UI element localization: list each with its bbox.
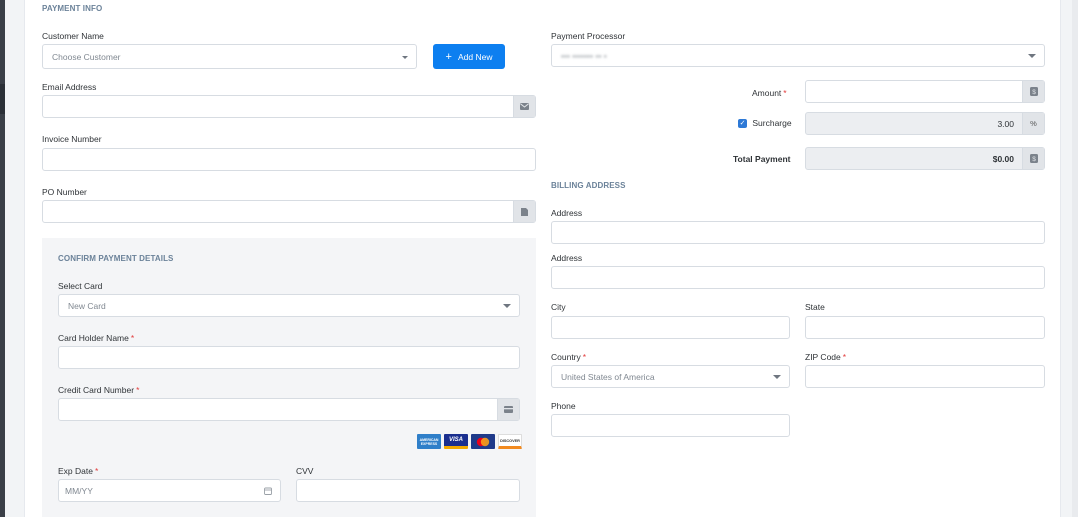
address1-field[interactable] [551, 221, 1045, 244]
section-title-confirm-payment: CONFIRM PAYMENT DETAILS [58, 254, 174, 263]
amount-label: Amount * [752, 88, 787, 98]
payment-processor-value: ••• ••••••• •• • [561, 51, 607, 61]
state-label: State [805, 302, 825, 312]
surcharge-label: Surcharge [752, 118, 792, 128]
total-payment-field: $0.00 $ [805, 147, 1045, 170]
amex-card-icon: AMERICAN EXPRESS [417, 434, 441, 449]
credit-card-number-label: Credit Card Number * [58, 385, 140, 395]
po-number-field[interactable] [42, 200, 536, 223]
exp-date-label: Exp Date * [58, 466, 99, 476]
section-title-payment-info: PAYMENT INFO [42, 4, 103, 13]
zip-code-field[interactable] [805, 365, 1045, 388]
credit-card-icon [497, 399, 519, 420]
add-new-label: Add New [457, 51, 493, 62]
select-card-label: Select Card [58, 281, 103, 291]
surcharge-value: 3.00 [997, 119, 1014, 129]
address2-field[interactable] [551, 266, 1045, 289]
country-value: United States of America [561, 372, 655, 382]
cvv-label: CVV [296, 466, 314, 476]
visa-card-icon: VISA [444, 434, 468, 449]
payment-processor-label: Payment Processor [551, 31, 626, 41]
phone-field[interactable] [551, 414, 790, 437]
customer-name-label: Customer Name [42, 31, 104, 41]
mastercard-card-icon [471, 434, 495, 449]
plus-icon: + [445, 50, 452, 63]
svg-text:$: $ [1032, 89, 1036, 96]
envelope-icon [513, 96, 535, 117]
confirm-payment-panel [42, 238, 536, 517]
card-holder-label: Card Holder Name * [58, 333, 135, 343]
po-number-label: PO Number [42, 187, 87, 197]
total-payment-value: $0.00 [992, 154, 1014, 164]
customer-select[interactable]: Choose Customer [42, 44, 417, 69]
discover-card-icon: DISCOVER [498, 434, 522, 449]
customer-select-value: Choose Customer [52, 52, 121, 62]
dollar-icon: $ [1022, 81, 1044, 102]
calendar-icon [264, 487, 272, 497]
card-holder-field[interactable] [58, 346, 520, 369]
email-field[interactable] [42, 95, 536, 118]
country-label: Country * [551, 352, 587, 362]
select-card-value: New Card [68, 301, 106, 311]
add-new-customer-button[interactable]: + Add New [433, 44, 505, 69]
chevron-down-icon [1028, 54, 1036, 58]
exp-date-field[interactable]: MM/YY [58, 479, 281, 502]
city-field[interactable] [551, 316, 790, 339]
surcharge-checkbox[interactable]: ✓ Surcharge [738, 118, 792, 129]
select-card-dropdown[interactable]: New Card [58, 294, 520, 317]
invoice-number-label: Invoice Number [42, 134, 102, 144]
amount-field[interactable]: $ [805, 80, 1045, 103]
exp-date-placeholder: MM/YY [65, 486, 93, 496]
svg-text:$: $ [1032, 156, 1036, 163]
scrollbar-track[interactable] [1072, 0, 1078, 517]
zip-code-label: ZIP Code * [805, 352, 847, 362]
chevron-down-icon [503, 304, 511, 308]
address2-label: Address [551, 253, 583, 263]
country-select[interactable]: United States of America [551, 365, 790, 388]
chevron-down-icon [402, 56, 408, 59]
accepted-cards: AMERICAN EXPRESS VISA DISCOVER [417, 434, 522, 449]
city-label: City [551, 302, 566, 312]
total-payment-label: Total Payment [733, 154, 791, 164]
dollar-icon: $ [1022, 148, 1044, 169]
address1-label: Address [551, 208, 583, 218]
email-label: Email Address [42, 82, 97, 92]
invoice-number-field[interactable] [42, 148, 536, 171]
phone-label: Phone [551, 401, 576, 411]
credit-card-number-field[interactable] [58, 398, 520, 421]
cvv-field[interactable] [296, 479, 520, 502]
surcharge-field: 3.00 % [805, 112, 1045, 135]
left-sidebar-edge [0, 0, 5, 517]
checkmark-icon: ✓ [738, 119, 747, 129]
file-icon [513, 201, 535, 222]
state-field[interactable] [805, 316, 1045, 339]
payment-processor-select[interactable]: ••• ••••••• •• • [551, 44, 1045, 67]
section-title-billing-address: BILLING ADDRESS [551, 181, 626, 190]
chevron-down-icon [773, 375, 781, 379]
percent-addon: % [1022, 113, 1044, 134]
